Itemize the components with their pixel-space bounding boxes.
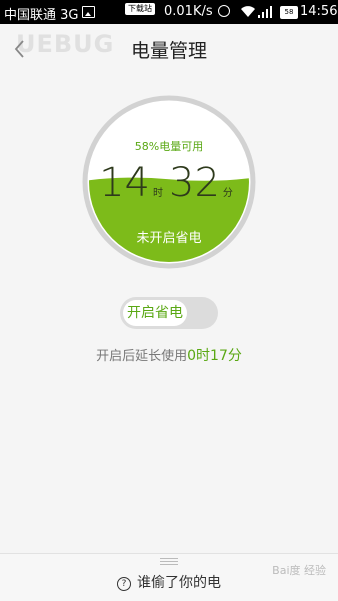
hours-unit: 时 <box>153 188 163 199</box>
image-icon <box>82 6 95 18</box>
battery-icon: 58 <box>280 6 298 19</box>
drag-handle-icon[interactable] <box>160 558 178 565</box>
footer-label: 谁偷了你的电 <box>137 575 221 591</box>
saving-status: 未开启省电 <box>136 231 202 246</box>
extend-prefix: 开启后延长使用 <box>96 349 188 364</box>
signal-icon <box>258 6 272 18</box>
toggle-label: 开启省电 <box>123 300 187 326</box>
footer-bar: ? 谁偷了你的电 Bai度 经验 <box>0 553 338 601</box>
header: UEBUG 电量管理 <box>0 24 338 74</box>
download-badge: 下载站 <box>125 3 155 15</box>
battery-gauge: 58%电量可用 14 时 32 分 未开启省电 <box>81 94 257 270</box>
question-circle-icon: ? <box>117 577 131 591</box>
page-title: 电量管理 <box>130 40 207 62</box>
extend-info: 开启后延长使用0时17分 <box>0 345 338 365</box>
minutes-value: 32 <box>169 160 220 206</box>
network-speed: 0.01K/s <box>164 4 213 19</box>
remaining-time: 14 时 32 分 <box>81 160 257 206</box>
available-percent: 58%电量可用 <box>134 140 204 153</box>
baidu-watermark: Bai度 经验 <box>272 564 326 577</box>
alarm-icon <box>218 5 230 17</box>
clock: 14:56 <box>300 4 338 19</box>
wifi-icon <box>240 4 256 22</box>
extend-value: 0时17分 <box>187 348 242 364</box>
hours-value: 14 <box>99 160 150 206</box>
carrier-label: 中国联通 3G <box>4 8 79 23</box>
minutes-unit: 分 <box>222 188 233 199</box>
power-saving-toggle[interactable]: 开启省电 <box>120 297 218 329</box>
status-bar: 中国联通 3G 下载站 0.01K/s 58 14:56 <box>0 0 338 24</box>
